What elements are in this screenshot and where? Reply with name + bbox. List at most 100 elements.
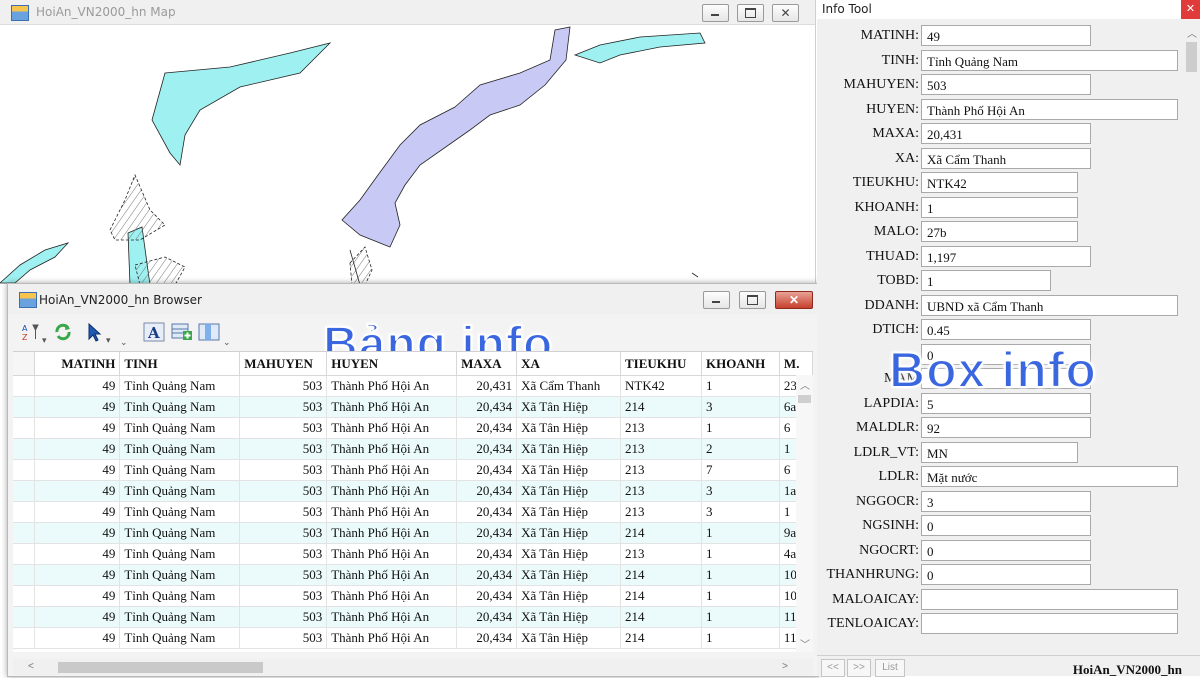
table-cell[interactable]: 20,434 (456, 459, 518, 481)
table-row[interactable]: 49 Tỉnh Quảng Nam 503 Thành Phố Hội An 20,43… (13, 606, 813, 628)
toolbar-overflow-arrow[interactable]: ⌄ (120, 337, 128, 348)
table-cell[interactable]: 503 (239, 396, 328, 418)
map-polygon-water[interactable] (151, 42, 332, 166)
browser-close-button[interactable]: ✕ (775, 291, 813, 309)
table-cell[interactable]: 214 (620, 606, 702, 628)
info-titlebar[interactable]: Info Tool ✕ (817, 0, 1200, 19)
table-cell[interactable]: 213 (620, 459, 702, 481)
table-cell[interactable]: Tỉnh Quảng Nam (119, 396, 241, 418)
table-cell[interactable]: 1 (701, 606, 780, 628)
table-cell[interactable]: 49 (34, 396, 121, 418)
table-cell[interactable]: 503 (239, 375, 328, 397)
map-polygon-water[interactable] (0, 242, 70, 284)
info-field-value[interactable]: 3 (921, 490, 1091, 512)
row-selector[interactable] (13, 438, 36, 460)
table-cell[interactable]: 214 (620, 564, 702, 586)
table-cell[interactable]: 20,434 (456, 543, 518, 565)
table-cell[interactable]: 20,434 (456, 438, 518, 460)
refresh-icon[interactable] (53, 322, 73, 342)
table-cell[interactable]: Tỉnh Quảng Nam (119, 585, 241, 607)
columns-icon[interactable] (198, 322, 220, 342)
table-cell[interactable]: 503 (239, 627, 328, 649)
row-selector[interactable] (13, 375, 36, 397)
table-cell[interactable]: Xã Cẩm Thanh (516, 375, 622, 397)
table-cell[interactable]: Thành Phố Hội An (326, 522, 458, 544)
info-field-value[interactable]: UBND xã Cẩm Thanh (921, 294, 1178, 316)
table-cell[interactable]: Thành Phố Hội An (326, 543, 458, 565)
table-cell[interactable]: 503 (239, 501, 328, 523)
table-cell[interactable]: 503 (239, 438, 328, 460)
scroll-down-arrow[interactable]: ﹀ (800, 636, 810, 651)
table-cell[interactable]: 49 (34, 564, 121, 586)
table-row[interactable]: 49 Tỉnh Quảng Nam 503 Thành Phố Hội An 20,43… (13, 585, 813, 607)
table-cell[interactable]: 49 (34, 459, 121, 481)
table-row[interactable]: 49 Tỉnh Quảng Nam 503 Thành Phố Hội An 20,43… (13, 438, 813, 460)
scroll-left-arrow[interactable]: < (28, 661, 34, 672)
table-row[interactable]: 49 Tỉnh Quảng Nam 503 Thành Phố Hội An 20,43… (13, 396, 813, 418)
info-scroll-up-arrow[interactable]: ︿ (1187, 25, 1197, 40)
row-selector[interactable] (13, 459, 36, 481)
table-cell[interactable]: Tỉnh Quảng Nam (119, 459, 241, 481)
info-field-value[interactable]: Mặt nước (921, 466, 1178, 487)
table-row[interactable]: 49 Tỉnh Quảng Nam 503 Thành Phố Hội An 20,43… (13, 627, 813, 649)
table-cell[interactable]: Xã Tân Hiệp (516, 627, 622, 649)
table-cell[interactable]: Xã Tân Hiệp (516, 522, 622, 544)
info-field-value[interactable]: 1 (921, 196, 1078, 218)
label-tool-icon[interactable]: A (143, 322, 165, 342)
map-close-button[interactable]: ✕ (772, 4, 799, 22)
table-cell[interactable]: Thành Phố Hội An (326, 501, 458, 523)
info-field-value[interactable]: Thành Phố Hội An (921, 98, 1178, 120)
row-selector[interactable] (13, 522, 36, 544)
scroll-right-arrow[interactable]: > (782, 661, 788, 672)
browser-maximize-button[interactable] (739, 291, 766, 309)
table-cell[interactable]: 49 (34, 585, 121, 607)
row-selector[interactable] (13, 585, 36, 607)
col-header-huyen[interactable]: HUYEN (326, 352, 458, 376)
table-cell[interactable]: 20,431 (456, 375, 518, 397)
table-cell[interactable]: NTK42 (620, 375, 702, 397)
map-polygon-hatched[interactable] (349, 246, 373, 285)
map-canvas[interactable] (0, 25, 815, 285)
table-cell[interactable]: 20,434 (456, 564, 518, 586)
scroll-up-arrow[interactable]: ︿ (800, 377, 810, 392)
table-cell[interactable]: 20,434 (456, 480, 518, 502)
grid-vertical-scrollbar[interactable]: ︿ ﹀ (796, 375, 813, 652)
map-minimize-button[interactable] (702, 4, 729, 22)
table-cell[interactable]: 49 (34, 606, 121, 628)
browser-titlebar[interactable]: HoiAn_VN2000_hn Browser ✕ (8, 284, 818, 314)
table-cell[interactable]: 20,434 (456, 522, 518, 544)
table-cell[interactable]: 503 (239, 459, 328, 481)
table-cell[interactable]: Tỉnh Quảng Nam (119, 417, 241, 439)
list-button[interactable]: List (875, 659, 905, 677)
table-cell[interactable]: Xã Tân Hiệp (516, 564, 622, 586)
table-cell[interactable]: Thành Phố Hội An (326, 459, 458, 481)
info-field-value[interactable]: 503 (921, 74, 1091, 95)
info-field-value[interactable]: 0 (921, 515, 1091, 536)
table-cell[interactable]: Thành Phố Hội An (326, 627, 458, 649)
table-cell[interactable]: 1 (701, 585, 780, 607)
col-header-matinh[interactable]: MATINH (34, 352, 121, 376)
info-field-value[interactable]: 27b (921, 221, 1078, 242)
table-cell[interactable]: 20,434 (456, 501, 518, 523)
table-cell[interactable]: Tỉnh Quảng Nam (119, 438, 241, 460)
col-header-maxa[interactable]: MAXA (456, 352, 518, 376)
table-cell[interactable]: 1 (701, 522, 780, 544)
table-cell[interactable]: 1 (701, 543, 780, 565)
map-maximize-button[interactable] (737, 4, 764, 22)
col-header-xa[interactable]: XA (516, 352, 622, 376)
row-selector[interactable] (13, 606, 36, 628)
table-cell[interactable]: 503 (239, 522, 328, 544)
table-cell[interactable]: 49 (34, 522, 121, 544)
table-cell[interactable]: Tỉnh Quảng Nam (119, 606, 241, 628)
table-cell[interactable]: Thành Phố Hội An (326, 606, 458, 628)
table-cell[interactable]: Xã Tân Hiệp (516, 606, 622, 628)
table-cell[interactable]: Thành Phố Hội An (326, 438, 458, 460)
table-cell[interactable]: Thành Phố Hội An (326, 375, 458, 397)
sort-dropdown-arrow[interactable]: ▾ (42, 335, 47, 346)
table-row[interactable]: 49 Tỉnh Quảng Nam 503 Thành Phố Hội An 20,43… (13, 543, 813, 565)
table-row[interactable]: 49 Tỉnh Quảng Nam 503 Thành Phố Hội An 20,43… (13, 501, 813, 523)
row-selector[interactable] (13, 396, 36, 418)
table-cell[interactable]: 49 (34, 501, 121, 523)
table-cell[interactable]: 49 (34, 438, 121, 460)
row-selector[interactable] (13, 627, 36, 649)
